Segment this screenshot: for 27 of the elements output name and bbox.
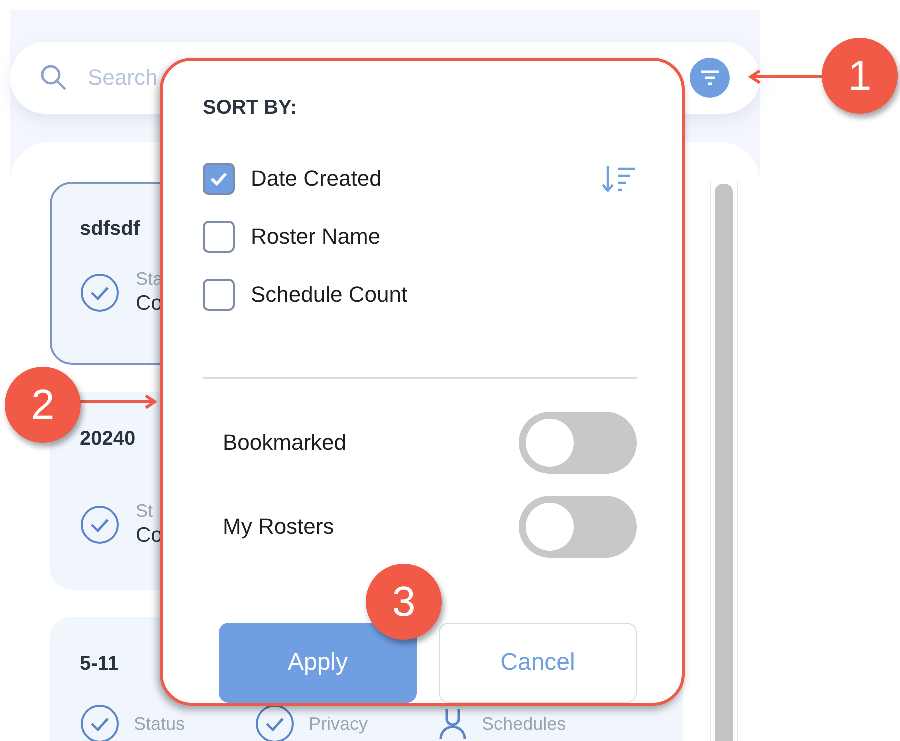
stat-label: Schedules [482,714,566,734]
toggle-label: My Rosters [223,514,334,540]
stat-label: Privacy [309,714,368,734]
roster-title: sdfsdf [80,218,140,241]
search-field[interactable]: Search [86,64,672,92]
toggle-label: Bookmarked [223,430,347,456]
filter-icon [699,69,721,87]
checkbox[interactable] [203,220,235,253]
sort-option-label[interactable]: Roster Name [251,224,637,250]
callout-badge: 1 [822,38,898,114]
counter-icon [438,707,468,741]
sort-option-label[interactable]: Date Created [251,166,585,192]
checkmark-icon [210,172,228,186]
status-label: St [136,501,154,522]
roster-title: 5-11 [80,653,119,676]
check-circle-icon [80,272,120,312]
checkbox[interactable] [203,162,235,195]
checkbox[interactable] [203,278,235,311]
stat-label: Status [134,714,186,734]
sort-order-icon[interactable] [601,164,637,194]
scrollbar[interactable] [710,182,738,741]
search-icon [40,64,68,92]
popup-title: SORT BY: [203,97,298,120]
check-circle-icon [80,504,120,544]
filter-button[interactable] [690,58,730,98]
roster-title: 20240 [80,428,136,451]
sort-option-label[interactable]: Schedule Count [251,282,637,308]
